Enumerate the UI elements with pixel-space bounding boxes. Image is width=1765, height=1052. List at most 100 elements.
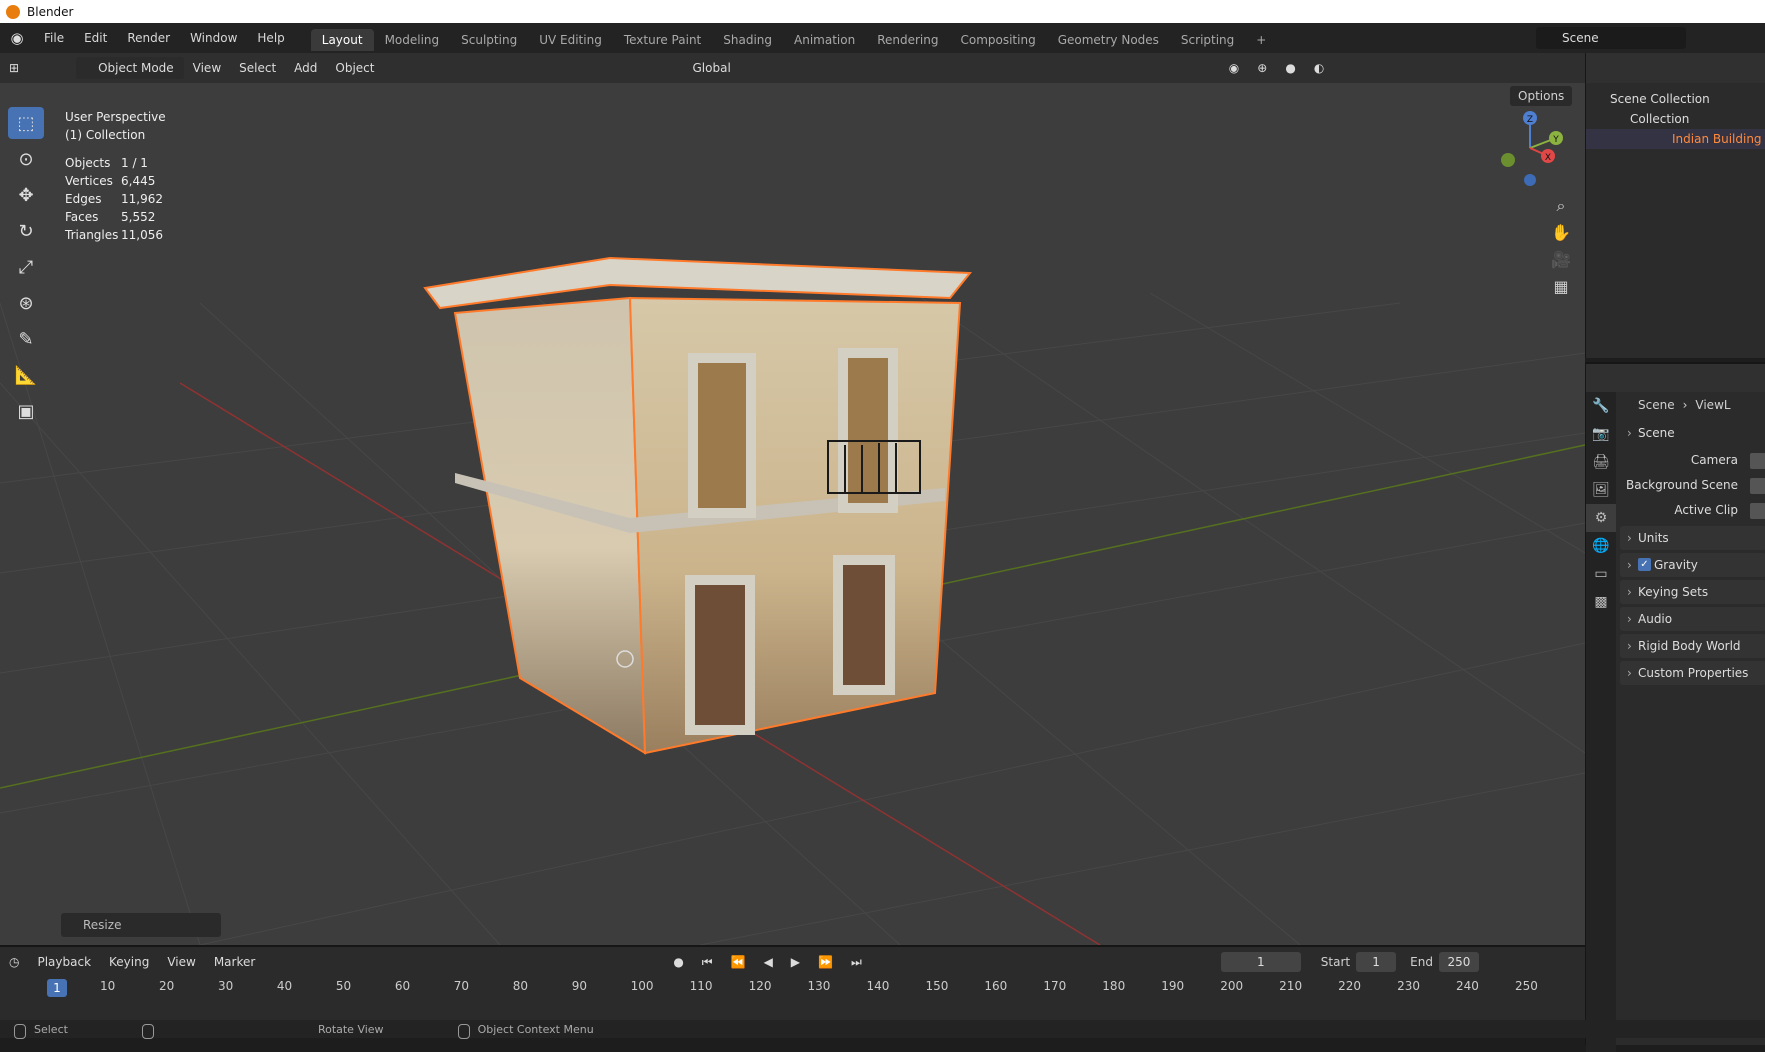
outliner-scene-collection[interactable]: Scene Collection [1586,89,1765,109]
menu-keying[interactable]: Keying [100,955,158,969]
timeline-tick-label: 190 [1161,979,1185,993]
options-dropdown[interactable]: Options [1510,86,1573,106]
measure-tool-icon[interactable]: 📐 [8,359,44,391]
texture-tab-icon[interactable]: ▩ [1586,588,1616,616]
menu-playback[interactable]: Playback [28,955,100,969]
menu-add[interactable]: Add [285,61,326,75]
tab-texture-paint[interactable]: Texture Paint [613,29,712,51]
panel-keying-sets[interactable]: Keying Sets [1620,580,1765,604]
timeline-editor-icon[interactable]: ◷ [0,955,28,969]
tab-shading[interactable]: Shading [712,29,783,51]
shading-material-icon[interactable]: ◐ [1305,61,1333,75]
cursor-tool-icon[interactable]: ⊙ [8,143,44,175]
ortho-grid-icon[interactable]: ▦ [1548,274,1574,300]
menu-select[interactable]: Select [230,61,285,75]
collection-tab-icon[interactable]: ▭ [1586,560,1616,588]
scene-section-header[interactable]: Scene [1620,421,1765,445]
menu-timeline-view[interactable]: View [158,955,204,969]
menu-help[interactable]: Help [247,23,294,53]
add-workspace-button[interactable]: + [1245,29,1277,51]
timeline-tick-label: 200 [1220,979,1244,993]
rotate-tool-icon[interactable]: ↻ [8,215,44,247]
blender-menu-icon[interactable]: ◉ [0,29,34,47]
camera-icon[interactable] [1750,453,1765,469]
timeline-ruler[interactable]: 10 20 30 40 50 60 70 80 90 100 110 120 130 140 150 160 1… [0,979,1585,999]
properties-content: Scene › ViewL Scene Camera Background Sc… [1620,392,1765,688]
gravity-checkbox[interactable]: ✓ [1638,558,1651,571]
camera-view-icon[interactable]: 🎥 [1548,247,1574,273]
scene-selector[interactable]: Scene [1536,27,1686,49]
menu-window[interactable]: Window [180,23,247,53]
transform-tool-icon[interactable]: ⊛ [8,287,44,319]
mode-dropdown[interactable]: Object Mode [76,57,184,79]
stat-label: Vertices [65,174,113,188]
camera-field[interactable]: Camera [1620,448,1765,473]
world-tab-icon[interactable]: 🌐 [1586,532,1616,560]
play-reverse-icon[interactable]: ◀ [755,955,782,969]
tab-rendering[interactable]: Rendering [866,29,949,51]
transform-orientation-dropdown[interactable]: Global [684,61,740,75]
jump-start-icon[interactable]: ⏮ [693,955,722,970]
menu-marker[interactable]: Marker [205,955,264,969]
start-label: Start [1320,955,1351,969]
render-tab-icon[interactable]: 📷 [1586,420,1616,448]
add-cube-tool-icon[interactable]: ▣ [8,395,44,427]
gizmo-icon[interactable]: ⊕ [1248,61,1276,75]
menu-render[interactable]: Render [117,23,180,53]
background-scene-field[interactable]: Background Scene [1620,473,1765,498]
zoom-icon[interactable]: ⌕ [1548,193,1574,219]
last-operator-panel[interactable]: Resize [61,913,221,937]
tab-layout[interactable]: Layout [310,29,374,51]
active-clip-field[interactable]: Active Clip [1620,498,1765,523]
panel-rigid-body-world[interactable]: Rigid Body World [1620,634,1765,658]
tab-animation[interactable]: Animation [783,29,866,51]
annotate-tool-icon[interactable]: ✎ [8,323,44,355]
record-icon[interactable]: ● [664,955,692,969]
panel-audio[interactable]: Audio [1620,607,1765,631]
prev-key-icon[interactable]: ⏪ [722,955,755,969]
panel-custom-properties[interactable]: Custom Properties [1620,661,1765,685]
next-key-icon[interactable]: ⏩ [809,955,842,969]
shading-solid-icon[interactable]: ● [1276,61,1304,75]
editor-type-icon[interactable]: ⊞ [0,61,28,75]
start-frame-field[interactable]: 1 [1356,952,1397,972]
clip-icon[interactable] [1750,503,1765,519]
properties-tabs: 🔧 📷 🖨 🖼 ⚙ 🌐 ▭ ▩ [1586,392,1616,1052]
tab-uv-editing[interactable]: UV Editing [528,29,613,51]
visibility-icon[interactable]: ◉ [1220,61,1248,75]
tab-geometry-nodes[interactable]: Geometry Nodes [1047,29,1170,51]
select-box-tool-icon[interactable]: ⬚ [8,107,44,139]
frame-cursor[interactable]: 1 [47,979,67,997]
tool-tab-icon[interactable]: 🔧 [1586,392,1616,420]
menu-view[interactable]: View [184,61,230,75]
stat-value: 11,056 [121,228,163,242]
timeline-tick-label: 250 [1515,979,1538,993]
scene-tab-icon[interactable]: ⚙ [1586,504,1616,532]
tab-scripting[interactable]: Scripting [1170,29,1245,51]
end-frame-field[interactable]: 250 [1438,952,1479,972]
outliner-object[interactable]: Indian Building X3 [1586,129,1765,149]
tab-sculpting[interactable]: Sculpting [450,29,528,51]
scene-icon[interactable] [1750,478,1765,494]
scale-tool-icon[interactable]: ⤢ [8,251,44,283]
navigation-gizmo[interactable]: Z Y X [1490,108,1570,188]
jump-end-icon[interactable]: ⏭ [842,955,871,970]
play-icon[interactable]: ▶ [782,955,809,969]
outliner-collection[interactable]: Collection [1586,109,1765,129]
view-layer-tab-icon[interactable]: 🖼 [1586,476,1616,504]
tab-compositing[interactable]: Compositing [949,29,1046,51]
menu-object[interactable]: Object [326,61,383,75]
operator-label: Resize [83,918,122,932]
panel-units[interactable]: Units [1620,526,1765,550]
menu-edit[interactable]: Edit [74,23,117,53]
move-tool-icon[interactable]: ✥ [8,179,44,211]
breadcrumb-separator: › [1682,398,1688,412]
menu-file[interactable]: File [34,23,74,53]
current-frame-field[interactable]: 1 [1220,952,1301,972]
pan-hand-icon[interactable]: ✋ [1548,220,1574,246]
timeline-tick-label: 230 [1397,979,1420,993]
panel-gravity[interactable]: ✓ Gravity [1620,553,1765,577]
tab-modeling[interactable]: Modeling [374,29,451,51]
3d-viewport[interactable]: ⊞ Object Mode View Select Add Object Glo… [0,53,1585,945]
output-tab-icon[interactable]: 🖨 [1586,448,1616,476]
